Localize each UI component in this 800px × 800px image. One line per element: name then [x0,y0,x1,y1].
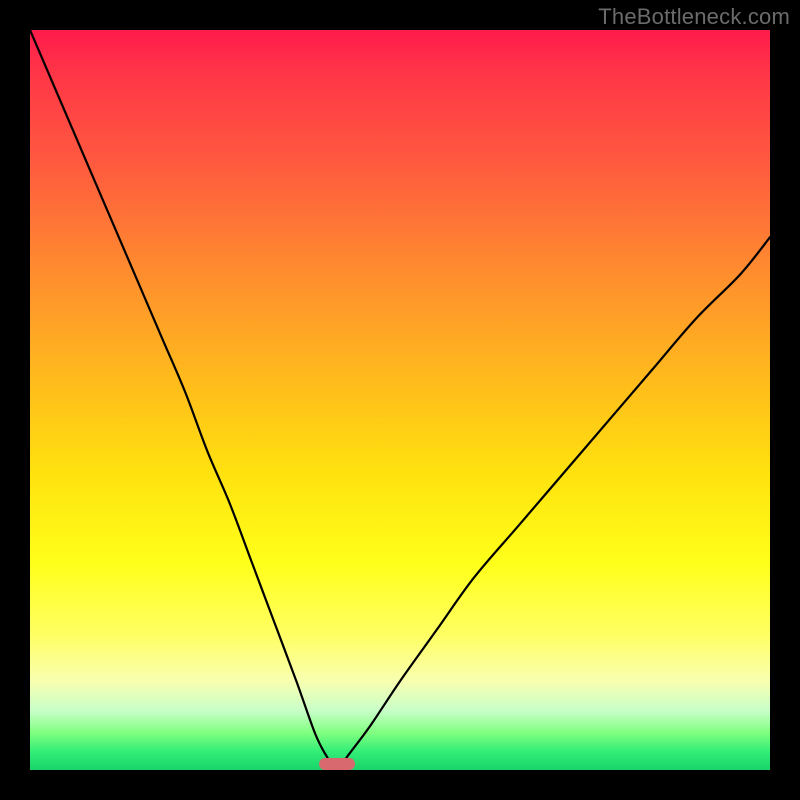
optimum-marker [319,758,355,770]
bottleneck-curve [30,30,770,770]
plot-area [30,30,770,770]
watermark-text: TheBottleneck.com [598,4,790,30]
chart-frame: TheBottleneck.com [0,0,800,800]
